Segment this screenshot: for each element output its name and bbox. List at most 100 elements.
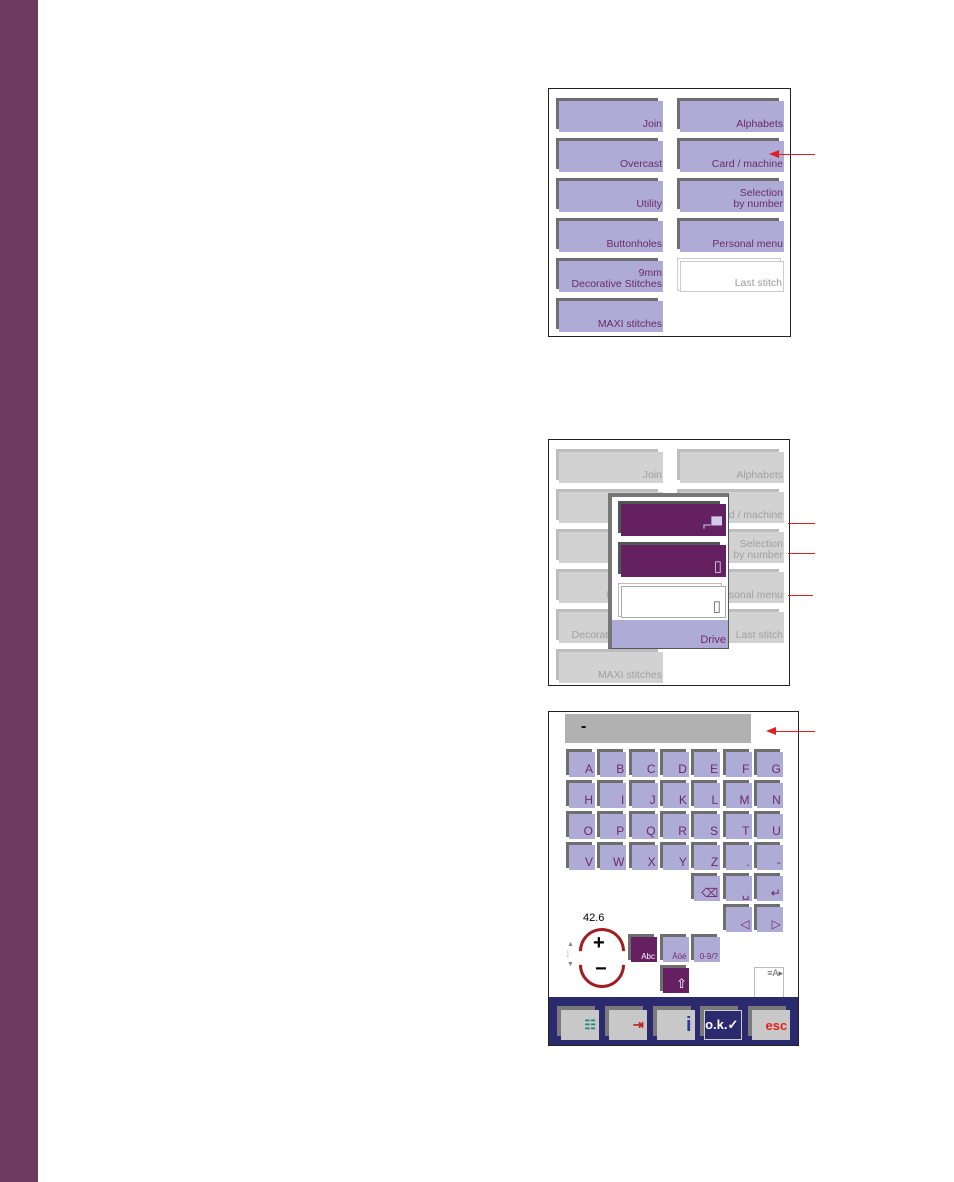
minus-icon[interactable]: − xyxy=(595,958,607,981)
key-a[interactable]: A xyxy=(566,749,595,777)
menu-button-alphabets: Alphabets xyxy=(677,449,784,483)
menu-button-utility[interactable]: Utility xyxy=(556,178,663,212)
key-s[interactable]: S xyxy=(691,811,721,839)
button-face: K xyxy=(662,783,689,808)
button-face: W xyxy=(600,845,627,870)
button-face: Selection by number xyxy=(680,181,784,212)
button-face: 0-9/? xyxy=(694,937,720,962)
mode-letters[interactable]: Abc xyxy=(628,934,657,962)
key-e[interactable]: E xyxy=(691,749,721,777)
key-z[interactable]: Z xyxy=(691,842,721,870)
key-b[interactable]: B xyxy=(597,749,627,777)
nav-ok-button[interactable]: o.k.✓ xyxy=(700,1006,743,1040)
button-face: MAXI stitches xyxy=(559,652,663,683)
key-s-label: S xyxy=(710,824,719,838)
menu-button-personal-menu[interactable]: Personal menu xyxy=(677,218,784,252)
key-c[interactable]: C xyxy=(628,749,658,777)
key-m[interactable]: M xyxy=(722,780,752,808)
drive-option-empty[interactable]: ▯ xyxy=(618,583,726,618)
key-h[interactable]: H xyxy=(566,780,595,808)
button-face: R xyxy=(662,814,689,839)
key-q[interactable]: Q xyxy=(628,811,658,839)
key-u[interactable]: U xyxy=(753,811,783,839)
stitch-width-dial[interactable]: 42.6 + − ▲ ¦ ▼ xyxy=(565,912,635,998)
key-l[interactable]: L xyxy=(691,780,721,808)
card-icon: ▯ xyxy=(621,586,726,618)
drive-option[interactable]: ⌐▀ xyxy=(618,501,726,536)
menu-button-alphabets-label: Alphabets xyxy=(736,118,783,130)
key-o-label: O xyxy=(583,824,593,838)
plus-icon[interactable]: + xyxy=(593,932,605,955)
bottom-toolbar: ☷ ⇥ i o.k.✓ esc xyxy=(549,997,798,1045)
button-face: Y xyxy=(662,845,689,870)
menu-glyph: ☷ xyxy=(584,1017,596,1032)
nav-esc-button[interactable]: esc xyxy=(748,1006,791,1040)
key-enter-label: ↵ xyxy=(770,886,781,900)
nav-menu-button[interactable]: ☷ xyxy=(557,1006,599,1040)
key-r[interactable]: R xyxy=(659,811,689,839)
key-w[interactable]: W xyxy=(597,842,627,870)
menu-button-selection-by-number[interactable]: Selection by number xyxy=(677,178,784,212)
menu-button-join-label: Join xyxy=(642,469,662,481)
text-input[interactable]: - xyxy=(565,714,751,743)
text-preview-icon[interactable]: ≡A▸ xyxy=(754,967,784,998)
menu-button-buttonholes-label: Buttonholes xyxy=(606,238,662,250)
key-period[interactable]: . xyxy=(722,842,752,870)
key-eraser[interactable]: ⌫ xyxy=(691,873,721,901)
menu-button-overcast[interactable]: Overcast xyxy=(556,138,663,172)
button-face: P xyxy=(600,814,627,839)
drive-option[interactable]: ▯ xyxy=(618,542,726,577)
menu-button-buttonholes[interactable]: Buttonholes xyxy=(556,218,663,252)
menu-button-last-stitch[interactable]: Last stitch xyxy=(677,258,784,292)
key-j[interactable]: J xyxy=(628,780,658,808)
key-g[interactable]: G xyxy=(753,749,783,777)
key-space[interactable]: ␣ xyxy=(722,873,752,901)
mode-numbers-label: 0-9/? xyxy=(699,952,718,961)
shift-key[interactable]: ⇧ xyxy=(660,965,689,993)
drive-title: Drive xyxy=(700,634,726,646)
drive-selection-panel: ⌐▀▯▯ Drive JoinAlphabetsOvercastCard / m… xyxy=(548,439,790,686)
annotation-line xyxy=(778,154,815,155)
key-cursor-right[interactable]: ▷ xyxy=(753,904,783,932)
key-a-label: A xyxy=(584,762,593,776)
button-face: Alphabets xyxy=(680,101,784,132)
menu-button-last-stitch-label: Last stitch xyxy=(734,277,782,289)
mode-letters-label: Abc xyxy=(641,952,655,961)
nav-info-button[interactable]: i xyxy=(652,1006,695,1040)
key-v[interactable]: V xyxy=(566,842,595,870)
button-face: Overcast xyxy=(559,141,663,172)
key-t[interactable]: T xyxy=(722,811,752,839)
key-d[interactable]: D xyxy=(659,749,689,777)
dial-scale-icon: ▲ ¦ ▼ xyxy=(567,941,574,968)
menu-button-overcast-label: Overcast xyxy=(619,158,662,170)
key-hyphen-label: - xyxy=(776,855,781,869)
menu-button-card-machine[interactable]: Card / machine xyxy=(677,138,784,172)
key-y[interactable]: Y xyxy=(659,842,689,870)
button-face: U xyxy=(756,814,783,839)
dial-value: 42.6 xyxy=(583,912,605,924)
key-cursor-left[interactable]: ◁ xyxy=(722,904,752,932)
mode-accented[interactable]: Äöé xyxy=(659,934,689,962)
key-n[interactable]: N xyxy=(753,780,783,808)
button-face: T xyxy=(725,814,752,839)
menu-button-9mm-decorative-stitches[interactable]: 9mm Decorative Stitches xyxy=(556,258,663,292)
key-p[interactable]: P xyxy=(597,811,627,839)
button-face: Z xyxy=(694,845,721,870)
key-k[interactable]: K xyxy=(659,780,689,808)
menu-button-maxi-stitches[interactable]: MAXI stitches xyxy=(556,298,663,332)
mode-numbers[interactable]: 0-9/? xyxy=(691,934,720,962)
key-x[interactable]: X xyxy=(628,842,658,870)
button-face: Äöé xyxy=(662,937,689,962)
key-f[interactable]: F xyxy=(722,749,752,777)
key-w-label: W xyxy=(612,855,625,869)
key-o[interactable]: O xyxy=(566,811,595,839)
menu-button-9mm-decorative-stitches-label: 9mm Decorative Stitches xyxy=(571,267,662,290)
key-i[interactable]: I xyxy=(597,780,627,808)
key-enter[interactable]: ↵ xyxy=(753,873,783,901)
menu-button-join[interactable]: Join xyxy=(556,98,663,132)
menu-button-personal-menu-label: Personal menu xyxy=(712,238,783,250)
menu-button-alphabets[interactable]: Alphabets xyxy=(677,98,784,132)
key-hyphen[interactable]: - xyxy=(753,842,783,870)
button-face: C xyxy=(631,752,658,777)
nav-exit-button[interactable]: ⇥ xyxy=(604,1006,647,1040)
